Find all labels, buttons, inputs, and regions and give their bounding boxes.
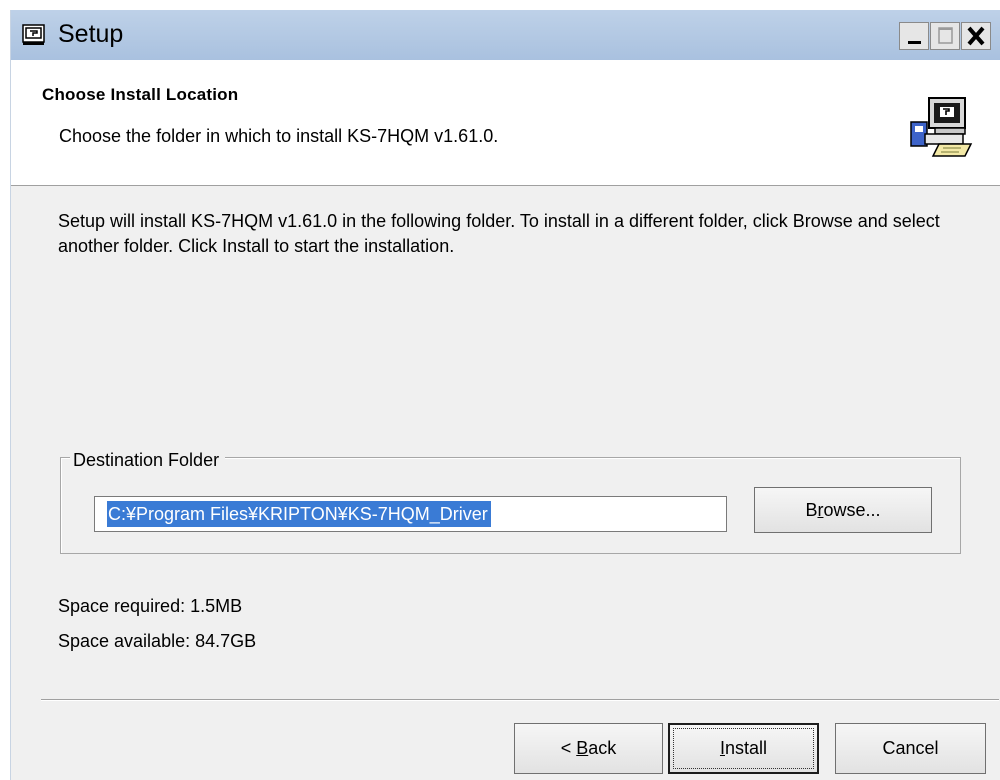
installer-computer-icon [910, 97, 973, 157]
maximize-icon [938, 27, 953, 44]
space-required: Space required: 1.5MB [58, 596, 243, 616]
cancel-button[interactable]: Cancel [835, 723, 986, 774]
title-bar[interactable]: Setup [11, 10, 1000, 60]
page-header: Choose Install Location Choose the folde… [11, 60, 1000, 186]
close-icon [967, 26, 985, 46]
minimize-button[interactable] [899, 22, 929, 50]
close-button[interactable] [961, 22, 991, 50]
back-label-post: ack [588, 738, 617, 758]
install-label-post: nstall [724, 738, 768, 758]
browse-button[interactable]: Browse... [754, 487, 932, 533]
destination-path-text: C:¥Program Files¥KRIPTON¥KS-7HQM_Driver [107, 501, 491, 527]
minimize-icon [908, 41, 921, 44]
footer-divider [41, 699, 999, 701]
install-button[interactable]: Install [668, 723, 819, 774]
space-available: Space available: 84.7GB [58, 631, 257, 651]
browse-label-post: owse... [823, 500, 881, 520]
browse-label-pre: B [805, 500, 818, 520]
setup-app-icon [22, 24, 45, 45]
install-description: Setup will install KS-7HQM v1.61.0 in th… [58, 211, 940, 256]
back-label-pre: < [560, 738, 577, 758]
back-button[interactable]: < Back [514, 723, 663, 774]
window-title: Setup [58, 20, 124, 48]
destination-path-input[interactable]: C:¥Program Files¥KRIPTON¥KS-7HQM_Driver [94, 496, 727, 532]
back-label-accel: B [576, 738, 589, 758]
page-title: Choose Install Location [42, 85, 239, 104]
page-subtitle: Choose the folder in which to install KS… [59, 126, 499, 146]
destination-folder-legend: Destination Folder [70, 450, 226, 471]
maximize-button[interactable] [930, 22, 960, 50]
install-label-accel: I [719, 738, 725, 758]
setup-window: Setup Choose Install Location Choose the… [10, 10, 1000, 780]
